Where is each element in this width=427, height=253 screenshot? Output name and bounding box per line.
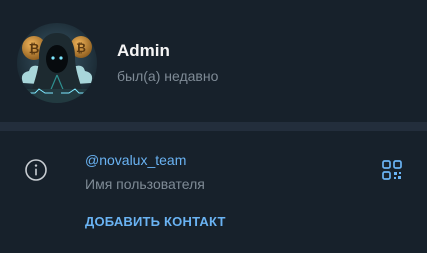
section-divider — [0, 122, 427, 131]
profile-name: Admin — [117, 41, 170, 60]
hooded-figure-avatar-icon: ₿ ₿ — [17, 23, 97, 103]
username-caption: Имя пользователя — [85, 176, 205, 192]
qr-code-icon[interactable] — [380, 158, 404, 182]
info-icon — [25, 159, 47, 181]
avatar[interactable]: ₿ ₿ — [17, 23, 97, 103]
add-contact-button[interactable]: ДОБАВИТЬ КОНТАКТ — [85, 214, 226, 229]
last-seen-status: был(а) недавно — [117, 68, 219, 84]
svg-text:₿: ₿ — [29, 42, 40, 57]
username-link[interactable]: @novalux_team — [85, 152, 186, 168]
info-section — [0, 131, 427, 253]
profile-header: ₿ ₿ Admin был(а) недавно — [0, 0, 427, 122]
svg-text:₿: ₿ — [76, 41, 86, 55]
